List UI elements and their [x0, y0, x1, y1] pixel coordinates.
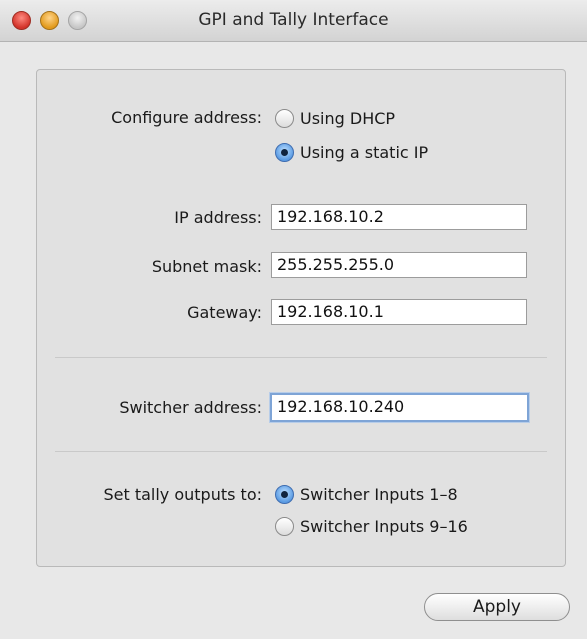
radio-switcher-inputs-1-8[interactable]: Switcher Inputs 1–8 [275, 485, 458, 504]
radio-button-selected-icon[interactable] [275, 143, 294, 162]
radio-label: Switcher Inputs 1–8 [300, 485, 458, 504]
switcher-address-label: Switcher address: [119, 398, 262, 417]
tally-outputs-label: Set tally outputs to: [103, 485, 262, 504]
radio-label: Using a static IP [300, 143, 429, 162]
radio-label: Switcher Inputs 9–16 [300, 517, 468, 536]
ip-address-label: IP address: [174, 208, 262, 227]
gpi-tally-window: GPI and Tally Interface Configure addres… [0, 0, 587, 639]
switcher-address-field[interactable]: 192.168.10.240 [270, 393, 529, 422]
configure-address-label: Configure address: [111, 108, 262, 127]
radio-switcher-inputs-9-16[interactable]: Switcher Inputs 9–16 [275, 517, 468, 536]
radio-using-dhcp[interactable]: Using DHCP [275, 109, 395, 128]
radio-label: Using DHCP [300, 109, 396, 128]
ip-address-field[interactable]: 192.168.10.2 [271, 204, 527, 230]
separator [55, 451, 547, 452]
radio-button-icon[interactable] [275, 109, 294, 128]
gateway-field[interactable]: 192.168.10.1 [271, 299, 527, 325]
radio-using-static-ip[interactable]: Using a static IP [275, 143, 428, 162]
window-title: GPI and Tally Interface [198, 10, 389, 30]
gateway-label: Gateway: [187, 303, 262, 322]
subnet-mask-field[interactable]: 255.255.255.0 [271, 252, 527, 278]
radio-button-icon[interactable] [275, 517, 294, 536]
apply-button[interactable]: Apply [424, 593, 570, 621]
radio-button-selected-icon[interactable] [275, 485, 294, 504]
title-bar[interactable]: GPI and Tally Interface [0, 0, 587, 42]
subnet-mask-label: Subnet mask: [151, 257, 262, 276]
separator [55, 357, 547, 358]
